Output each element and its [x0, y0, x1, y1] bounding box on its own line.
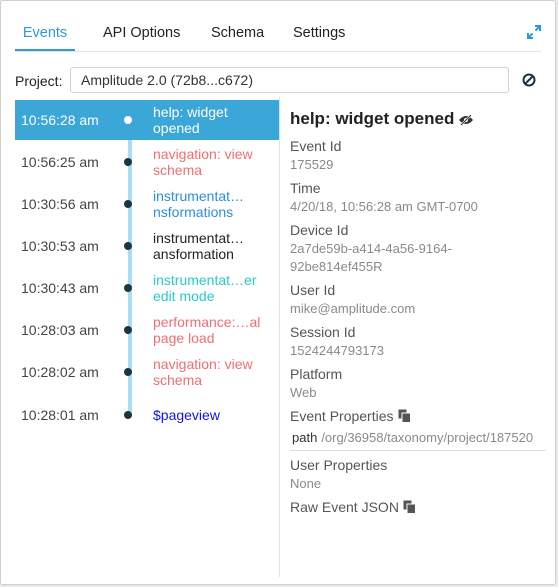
timeline-dot	[124, 200, 132, 208]
event-id-label: Event Id	[290, 138, 342, 154]
timeline-dot	[124, 242, 132, 250]
copy-icon[interactable]	[398, 409, 411, 423]
raw-event-header: Raw Event JSON	[290, 499, 550, 516]
event-name: help: widget opened	[153, 104, 228, 136]
event-row[interactable]: 10:30:56 am instrumentat… nsformations	[15, 184, 279, 224]
tab-api-options[interactable]: API Options	[103, 17, 180, 51]
timeline-dot	[124, 158, 132, 166]
event-name: instrumentat… nsformations	[153, 188, 245, 220]
event-time: 10:56:28 am	[21, 112, 99, 128]
project-label: Project:	[15, 73, 63, 89]
event-row[interactable]: 10:56:25 am navigation: view schema	[15, 142, 279, 182]
event-details: help: widget opened Event Id 175529 Time…	[290, 108, 550, 516]
timeline-dot	[124, 116, 132, 124]
event-id-value: 175529	[290, 157, 334, 172]
device-id-label: Device Id	[290, 222, 349, 238]
project-select[interactable]: Amplitude 2.0 (72b8...c672)	[70, 67, 509, 93]
tab-schema[interactable]: Schema	[211, 17, 264, 51]
event-time: 10:28:03 am	[21, 322, 99, 338]
ban-icon[interactable]	[522, 73, 536, 87]
event-name: navigation: view schema	[153, 356, 253, 388]
user-properties-value: None	[290, 476, 322, 491]
event-title-text: help: widget opened	[290, 109, 455, 128]
event-row[interactable]: 10:30:43 am instrumentat…er edit mode	[15, 268, 279, 308]
platform-label: Platform	[290, 366, 343, 382]
device-id-line-2: 92be814ef455R	[290, 259, 383, 274]
timeline-dot	[124, 411, 132, 419]
event-row[interactable]: 10:28:02 am navigation: view schema	[15, 352, 279, 392]
property-value: /org/36958/taxonomy/project/187520	[321, 430, 534, 445]
event-time: 10:30:56 am	[21, 196, 99, 212]
device-id-value: 2a7de59b-a414-4a56-9164- 92be814ef455R	[290, 240, 550, 276]
timeline-dot	[124, 284, 132, 292]
event-explorer-panel: Events API Options Schema Settings Proje…	[0, 0, 556, 585]
column-divider	[279, 97, 280, 577]
event-row[interactable]: 10:30:53 am instrumentat… ansformation	[15, 226, 279, 266]
tab-bar: Events API Options Schema Settings	[15, 17, 541, 52]
event-time: 10:56:25 am	[21, 154, 99, 170]
user-id-value: mike@amplitude.com	[290, 301, 416, 316]
event-time: 10:30:53 am	[21, 238, 99, 254]
event-details-title: help: widget opened	[290, 108, 550, 130]
event-time: 10:28:01 am	[21, 407, 99, 423]
event-row[interactable]: 10:28:03 am performance:…al page load	[15, 310, 279, 350]
user-id-label: User Id	[290, 282, 336, 298]
eye-slash-icon[interactable]	[458, 114, 474, 126]
user-properties-label: User Properties	[290, 457, 388, 473]
event-name: instrumentat…er edit mode	[153, 272, 257, 304]
timeline-dot	[124, 326, 132, 334]
raw-event-label: Raw Event JSON	[290, 499, 399, 515]
platform-value: Web	[290, 385, 317, 400]
event-name: navigation: view schema	[153, 146, 253, 178]
device-id-line-1: 2a7de59b-a414-4a56-9164-	[290, 241, 452, 256]
timeline-dot	[124, 368, 132, 376]
event-time: 10:28:02 am	[21, 364, 99, 380]
event-properties-label: Event Properties	[290, 408, 394, 424]
event-name: instrumentat… ansformation	[153, 230, 245, 262]
event-row[interactable]: 10:56:28 am help: widget opened	[15, 100, 279, 140]
event-name: $pageview	[153, 407, 220, 423]
event-name: performance:…al page load	[153, 314, 261, 346]
tab-settings[interactable]: Settings	[293, 17, 345, 51]
tab-events[interactable]: Events	[15, 17, 75, 51]
session-id-value: 1524244793173	[290, 343, 384, 358]
event-properties-header: Event Properties	[290, 408, 550, 425]
event-property-row: path/org/36958/taxonomy/project/187520	[290, 428, 546, 451]
time-label: Time	[290, 180, 321, 196]
expand-icon[interactable]	[527, 25, 541, 39]
event-row[interactable]: 10:28:01 am $pageview	[15, 395, 279, 435]
property-key: path	[292, 430, 318, 445]
session-id-label: Session Id	[290, 324, 356, 340]
event-time: 10:30:43 am	[21, 280, 99, 296]
time-value: 4/20/18, 10:56:28 am GMT-0700	[290, 199, 478, 214]
copy-icon[interactable]	[403, 500, 416, 514]
